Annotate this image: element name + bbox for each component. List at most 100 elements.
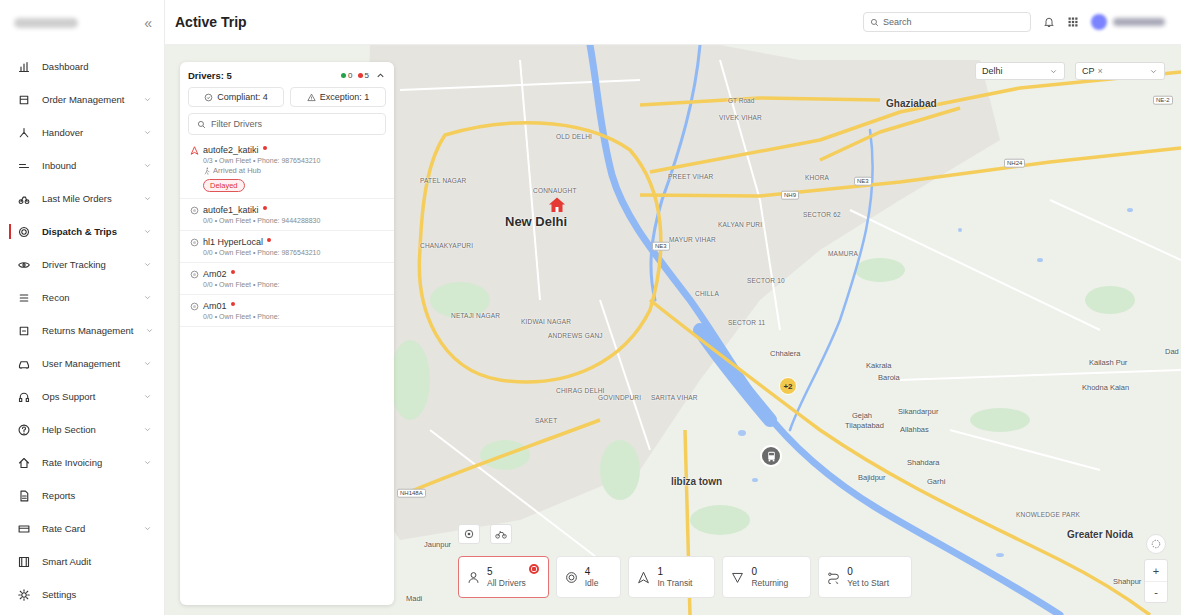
filter-drivers-input[interactable] — [211, 119, 377, 129]
warning-icon — [307, 93, 316, 102]
sidebar-item[interactable]: Last Mile Orders — [0, 182, 164, 215]
map-label: NETAJI NAGAR — [451, 312, 500, 319]
driver-filters: Compliant: 4 Exception: 1 — [180, 87, 394, 113]
driver-meta: 0/0 • Own Fleet • Phone: — [190, 281, 280, 288]
menu-icon — [18, 589, 30, 601]
search-input[interactable] — [883, 17, 1024, 27]
sidebar-item[interactable]: Ops Support — [0, 380, 164, 413]
sidebar-item-label: User Management — [42, 358, 120, 369]
map-label: New Delhi — [505, 215, 567, 229]
menu-icon — [18, 523, 30, 535]
sidebar-item[interactable]: Driver Tracking — [0, 248, 164, 281]
stat-card[interactable]: 4Idle — [556, 556, 622, 598]
driver-row[interactable]: hl1 HyperLocal0/0 • Own Fleet • Phone: 9… — [180, 231, 394, 263]
sidebar-item-label: Rate Invoicing — [42, 457, 102, 468]
stat-text: 0Returning — [751, 566, 788, 588]
chevron-down-icon — [143, 194, 152, 203]
zoom-button[interactable]: + — [1145, 560, 1167, 581]
zoom-control: +- — [1144, 559, 1168, 603]
map-label: OLD DELHI — [556, 133, 592, 140]
idle-icon — [190, 302, 199, 311]
map-label: Greater Noida — [1067, 529, 1133, 540]
sidebar-item[interactable]: Recon — [0, 281, 164, 314]
pending-icon — [827, 571, 840, 584]
stat-label: All Drivers — [487, 578, 526, 588]
sidebar-item[interactable]: Rate Card — [0, 512, 164, 545]
logo[interactable] — [14, 18, 78, 28]
stat-card[interactable]: 1In Transit — [628, 556, 715, 598]
online-status-dot — [231, 270, 235, 274]
map-label: Chhalera — [770, 350, 800, 358]
route-refresh-icon — [463, 528, 475, 540]
map[interactable]: New DelhiGhaziabadGreater Noidalibiza to… — [165, 45, 1181, 615]
zoom-button[interactable]: - — [1145, 581, 1167, 602]
zone-select[interactable]: CP× — [1075, 62, 1165, 80]
driver-row[interactable]: autofe1_katiki0/0 • Own Fleet • Phone: 9… — [180, 199, 394, 231]
chevron-down-icon — [143, 425, 152, 434]
chevron-down-icon — [143, 260, 152, 269]
stat-count: 4 — [585, 566, 599, 578]
region-select[interactable]: Delhi — [975, 62, 1065, 80]
map-label: NE3 — [652, 242, 670, 251]
map-label: Garhi — [927, 478, 945, 486]
vehicle-marker[interactable] — [760, 445, 782, 467]
map-label: GT Road — [728, 97, 754, 104]
status-dot — [341, 73, 346, 78]
map-filters: Delhi CP× — [975, 62, 1165, 80]
sidebar-item[interactable]: Returns Management — [0, 314, 164, 347]
status-counts: 05 — [341, 71, 369, 80]
filter-button[interactable]: Compliant: 4 — [188, 87, 284, 107]
sidebar-item[interactable]: Order Management — [0, 83, 164, 116]
locate-button[interactable] — [1146, 534, 1166, 554]
driver-row[interactable]: Am020/0 • Own Fleet • Phone: — [180, 263, 394, 295]
sidebar-item[interactable]: Settings — [0, 578, 164, 611]
sidebar-item-label: Ops Support — [42, 391, 95, 402]
idle-icon — [190, 270, 199, 279]
layer-toggle[interactable] — [458, 524, 480, 544]
menu-icon — [18, 424, 30, 436]
menu-icon — [18, 358, 30, 370]
sidebar-item[interactable]: Dashboard — [0, 50, 164, 83]
stat-card[interactable]: 5All Drivers — [458, 556, 549, 598]
filter-drivers-field[interactable] — [188, 113, 386, 135]
stat-card[interactable]: 0Yet to Start — [818, 556, 912, 598]
search-field[interactable] — [863, 12, 1031, 32]
chevron-up-icon[interactable] — [375, 70, 386, 81]
sidebar-item[interactable]: Handover — [0, 116, 164, 149]
cluster-marker[interactable]: +2 — [779, 377, 797, 395]
stat-label: In Transit — [657, 578, 692, 588]
layer-toggle[interactable] — [490, 524, 512, 544]
chevron-down-icon — [143, 359, 152, 368]
sidebar-item[interactable]: Rate Invoicing — [0, 446, 164, 479]
drivers-title: Drivers: 5 — [188, 70, 232, 81]
sidebar-item[interactable]: Dispatch & Trips — [0, 215, 164, 248]
chevron-down-icon — [143, 392, 152, 401]
cluster-count: +2 — [783, 382, 792, 391]
home-marker[interactable] — [548, 196, 566, 214]
driver-row[interactable]: Am010/0 • Own Fleet • Phone: — [180, 295, 394, 327]
clear-button[interactable]: × — [1098, 66, 1103, 76]
sidebar-item[interactable]: Help Section — [0, 413, 164, 446]
truck-icon — [765, 450, 778, 463]
filter-button[interactable]: Exception: 1 — [290, 87, 386, 107]
map-label: MAMURA — [828, 250, 858, 257]
user-name — [1113, 18, 1165, 26]
user-profile[interactable] — [1091, 14, 1165, 30]
apps-grid-icon[interactable] — [1067, 16, 1079, 28]
sidebar-item[interactable]: User Management — [0, 347, 164, 380]
map-label: CHILLA — [695, 290, 719, 297]
map-label: NH9 — [781, 191, 799, 200]
map-label: VIVEK VIHAR — [719, 114, 762, 121]
online-status-dot — [263, 206, 267, 210]
map-label: NH148A — [397, 489, 426, 498]
driver-row[interactable]: autofe2_katiki0/3 • Own Fleet • Phone: 9… — [180, 139, 394, 199]
sidebar-item[interactable]: Reports — [0, 479, 164, 512]
collapse-button[interactable]: « — [144, 16, 152, 30]
menu-icon — [18, 94, 30, 106]
map-label: KNOWLEDGE PARK — [1016, 511, 1080, 518]
sidebar-item[interactable]: Inbound — [0, 149, 164, 182]
map-label: Jaunpur — [424, 541, 451, 549]
sidebar-item[interactable]: Smart Audit — [0, 545, 164, 578]
stat-card[interactable]: 0Returning — [722, 556, 811, 598]
bell-icon[interactable] — [1043, 16, 1055, 28]
